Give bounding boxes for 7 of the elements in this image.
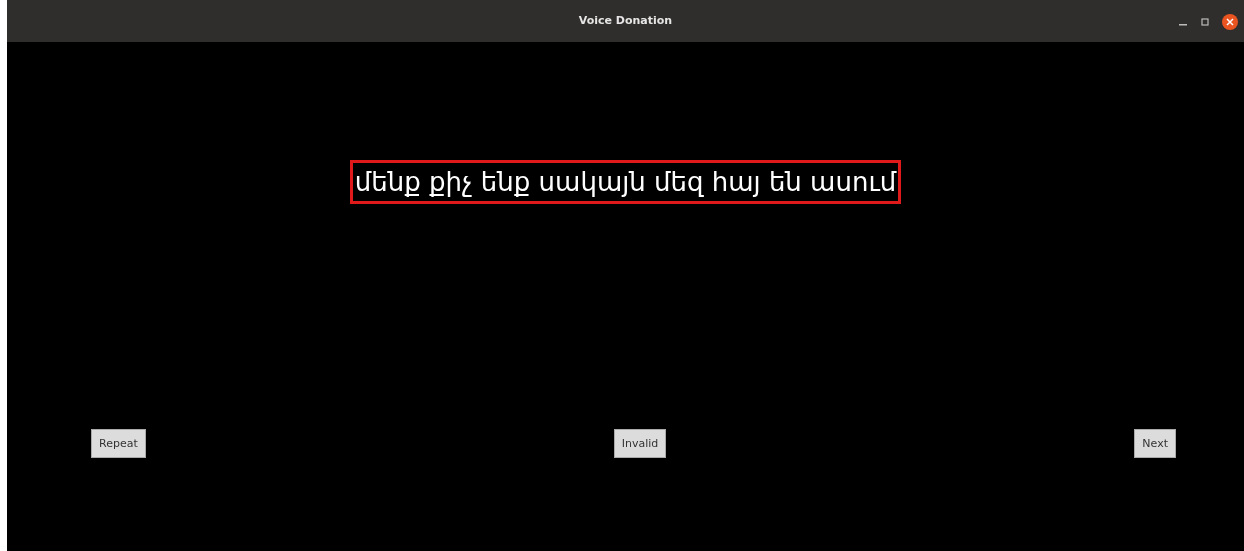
close-icon[interactable] bbox=[1222, 14, 1238, 30]
action-button[interactable]: Next bbox=[1134, 429, 1176, 458]
action-button[interactable]: Repeat bbox=[91, 429, 146, 458]
window-title: Voice Donation bbox=[578, 12, 673, 29]
maximize-icon[interactable] bbox=[1200, 17, 1210, 27]
action-button[interactable]: Invalid bbox=[613, 429, 667, 458]
sentence-text: մենք քիչ ենք սակայն մեզ հայ են ասում bbox=[349, 160, 902, 204]
